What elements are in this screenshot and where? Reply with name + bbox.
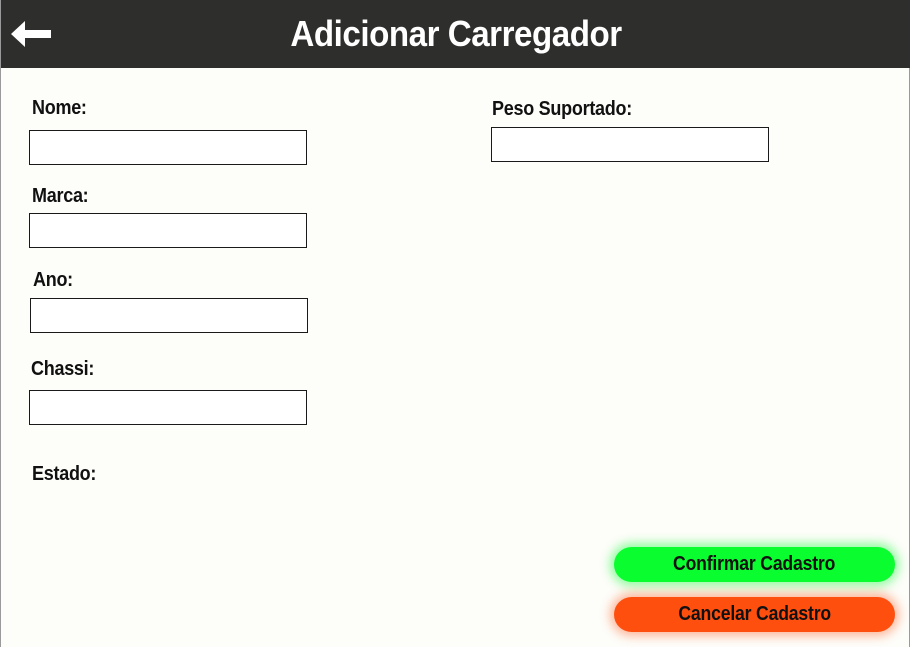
back-button[interactable] <box>11 18 53 50</box>
estado-label: Estado: <box>32 463 97 485</box>
nome-label: Nome: <box>32 97 87 119</box>
header-bar: Adicionar Carregador <box>1 0 910 68</box>
peso-suportado-label: Peso Suportado: <box>492 98 632 120</box>
ano-input[interactable] <box>30 298 308 333</box>
page-title: Adicionar Carregador <box>290 13 622 54</box>
chassi-input[interactable] <box>29 390 307 425</box>
confirm-button-label: Confirmar Cadastro <box>673 553 836 575</box>
marca-label: Marca: <box>32 185 89 207</box>
cancel-button-label: Cancelar Cadastro <box>678 603 831 625</box>
peso-suportado-input[interactable] <box>491 127 769 162</box>
arrow-left-icon <box>11 21 51 47</box>
cancel-button[interactable]: Cancelar Cadastro <box>614 597 895 632</box>
app-window: Adicionar Carregador Nome: Marca: Ano: C… <box>0 0 910 647</box>
chassi-label: Chassi: <box>31 358 95 380</box>
confirm-button[interactable]: Confirmar Cadastro <box>614 547 895 582</box>
marca-input[interactable] <box>29 213 307 248</box>
nome-input[interactable] <box>29 130 307 165</box>
ano-label: Ano: <box>33 269 73 291</box>
